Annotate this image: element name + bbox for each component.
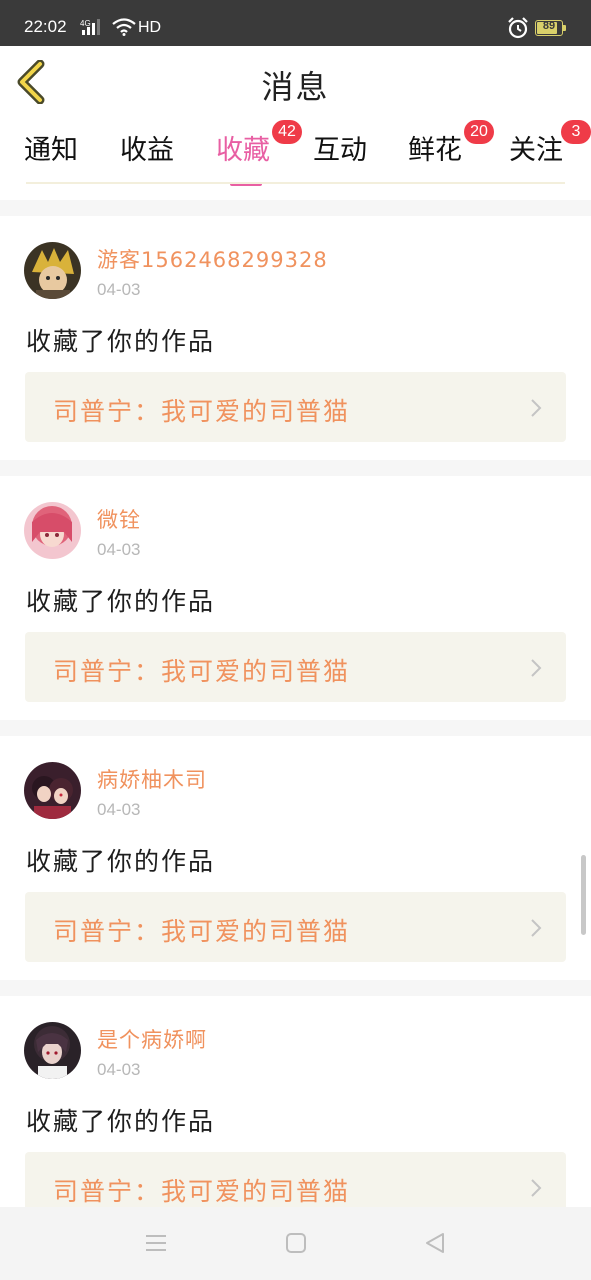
scrollbar[interactable]	[581, 855, 586, 935]
message-card: 是个病娇啊 04-03 收藏了你的作品 司普宁：我可爱的司普猫	[0, 996, 591, 1207]
hd-indicator: HD	[138, 19, 162, 36]
menu-icon[interactable]	[143, 1231, 169, 1255]
message-card: 病娇柚木司 04-03 收藏了你的作品 司普宁：我可爱的司普猫	[0, 736, 591, 980]
follows-badge: 3	[561, 120, 591, 144]
tab-bar: 通知 收益 收藏 42 互动 鲜花 20 关注 3	[0, 118, 591, 200]
status-time: 22:02	[24, 17, 67, 36]
tab-flowers[interactable]: 鲜花 20	[408, 120, 494, 172]
wifi-icon	[112, 18, 136, 36]
message-action: 收藏了你的作品	[26, 847, 216, 876]
work-title: 司普宁：我可爱的司普猫	[53, 657, 351, 686]
work-link[interactable]: 司普宁：我可爱的司普猫	[25, 892, 566, 962]
message-date: 04-03	[97, 280, 141, 299]
cellular-signal-icon: 4G	[80, 19, 100, 35]
tab-label: 鲜花	[408, 135, 462, 166]
chevron-right-icon	[531, 1179, 542, 1197]
favorites-badge: 42	[272, 120, 302, 144]
username[interactable]: 病娇柚木司	[97, 764, 207, 794]
battery-tip	[563, 25, 566, 31]
back-triangle-icon[interactable]	[423, 1231, 449, 1255]
work-link[interactable]: 司普宁：我可爱的司普猫	[25, 632, 566, 702]
tab-favorites[interactable]: 收藏 42	[216, 120, 302, 186]
username[interactable]: 微铨	[97, 504, 141, 534]
tab-earnings[interactable]: 收益	[120, 128, 174, 172]
username[interactable]: 是个病娇啊	[97, 1024, 207, 1054]
chevron-right-icon	[531, 399, 542, 417]
alarm-clock-icon	[508, 17, 528, 39]
page-header: 消息	[0, 46, 591, 118]
message-action: 收藏了你的作品	[26, 587, 216, 616]
tab-label: 通知	[24, 135, 78, 166]
battery-level-text: 89	[542, 20, 556, 32]
work-link[interactable]: 司普宁：我可爱的司普猫	[25, 1152, 566, 1207]
tab-label: 关注	[509, 135, 563, 166]
chevron-right-icon	[531, 659, 542, 677]
chevron-right-icon	[531, 919, 542, 937]
work-title: 司普宁：我可爱的司普猫	[53, 917, 351, 946]
avatar[interactable]	[24, 1022, 81, 1079]
tab-notifications[interactable]: 通知	[24, 128, 78, 172]
message-action: 收藏了你的作品	[26, 1107, 216, 1136]
avatar[interactable]	[24, 762, 81, 819]
flowers-badge: 20	[464, 120, 494, 144]
tab-follows[interactable]: 关注 3	[509, 120, 591, 172]
tab-label: 收藏	[216, 135, 270, 166]
message-card: 微铨 04-03 收藏了你的作品 司普宁：我可爱的司普猫	[0, 476, 591, 720]
system-nav-bar	[0, 1207, 591, 1280]
work-link[interactable]: 司普宁：我可爱的司普猫	[25, 372, 566, 442]
tab-label: 互动	[313, 135, 367, 166]
work-title: 司普宁：我可爱的司普猫	[53, 397, 351, 426]
tab-label: 收益	[120, 135, 174, 166]
avatar[interactable]	[24, 242, 81, 299]
message-date: 04-03	[97, 540, 141, 559]
message-date: 04-03	[97, 1060, 141, 1079]
message-card: 游客1562468299328 04-03 收藏了你的作品 司普宁：我可爱的司普…	[0, 216, 591, 460]
page-title: 消息	[261, 68, 330, 106]
tab-interactions[interactable]: 互动	[313, 128, 367, 172]
tabs-divider	[26, 182, 565, 184]
network-label: 4G	[80, 19, 91, 28]
message-action: 收藏了你的作品	[26, 327, 216, 356]
home-square-icon[interactable]	[283, 1231, 309, 1255]
avatar[interactable]	[24, 502, 81, 559]
status-bar: 22:02 4G HD 89	[0, 0, 591, 46]
battery-icon: 89	[535, 20, 566, 36]
work-title: 司普宁：我可爱的司普猫	[53, 1177, 351, 1206]
username[interactable]: 游客1562468299328	[97, 244, 328, 274]
message-date: 04-03	[97, 800, 141, 819]
